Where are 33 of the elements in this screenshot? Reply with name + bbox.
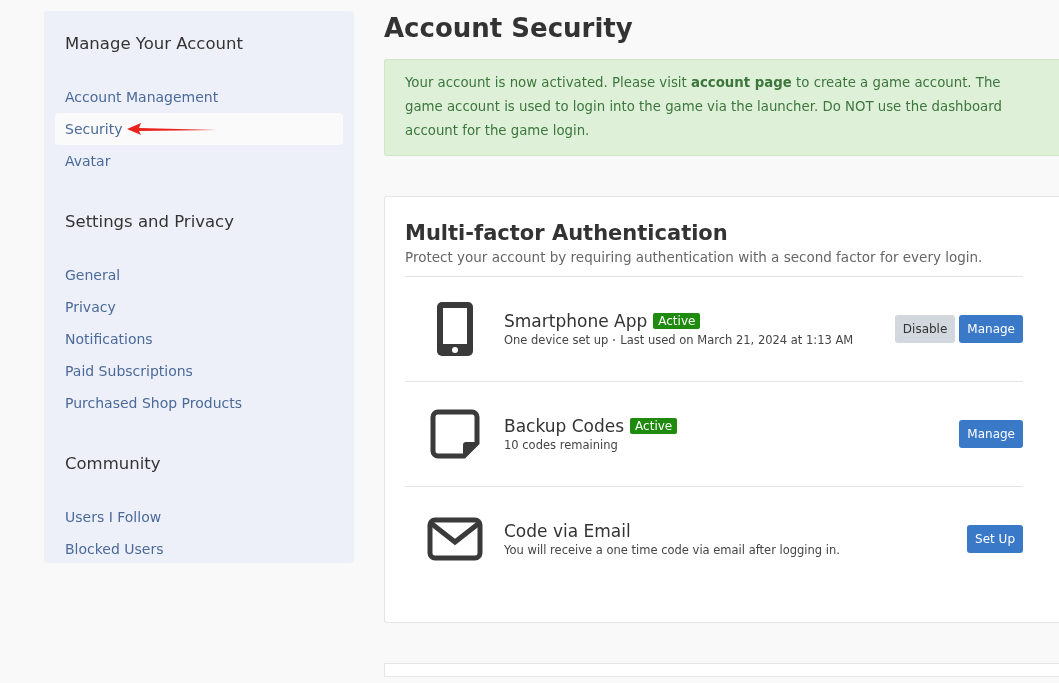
sidebar-item[interactable]: Purchased Shop Products xyxy=(55,387,343,419)
sidebar-item[interactable]: Avatar xyxy=(55,145,343,177)
sidebar-item[interactable]: Account Management xyxy=(55,81,343,113)
activation-alert: Your account is now activated. Please visit account page to create a game account. The game account is used to login into the game via the launcher. Do NOT use the dashboard account for the game login. xyxy=(384,59,1059,156)
page-title: Account Security xyxy=(384,12,634,45)
section-title: Multi-factor Authentication xyxy=(405,220,729,247)
method-name: Code via Email xyxy=(504,521,631,541)
method-detail: Last used on March 21, 2024 at 1:13 AM xyxy=(620,333,854,347)
sidebar-item[interactable]: Notifications xyxy=(55,323,343,355)
section-subtitle: Protect your account by requiring authentication with a second factor for every login. xyxy=(405,249,1023,277)
sidebar-item[interactable]: Paid Subscriptions xyxy=(55,355,343,387)
smartphone-icon xyxy=(434,300,475,358)
sidebar-item[interactable]: Users I Follow xyxy=(55,501,343,533)
sidebar-heading: Community xyxy=(65,453,162,475)
method-detail: 10 codes remaining xyxy=(504,438,618,452)
sidebar-heading: Manage Your Account xyxy=(65,33,244,55)
action-button[interactable]: Manage xyxy=(959,315,1023,343)
sidebar-item[interactable]: Privacy xyxy=(55,291,343,323)
envelope-icon xyxy=(426,517,483,561)
status-badge: Active xyxy=(630,418,678,434)
sidebar-heading: Settings and Privacy xyxy=(65,211,235,233)
method-name: Backup Codes xyxy=(504,416,625,436)
method-name: Smartphone App xyxy=(504,311,648,331)
action-button[interactable]: Manage xyxy=(959,420,1023,448)
sidebar-item[interactable]: General xyxy=(55,259,343,291)
status-badge: Active xyxy=(653,313,701,329)
sidebar-item[interactable]: Blocked Users xyxy=(55,533,343,565)
disable-button[interactable]: Disable xyxy=(894,315,956,343)
method-detail: One device set up xyxy=(504,333,609,347)
note-icon xyxy=(429,409,480,459)
action-button[interactable]: Set Up xyxy=(967,525,1023,553)
method-detail: You will receive a one time code via email after logging in. xyxy=(504,543,840,557)
sidebar-item[interactable]: Security xyxy=(55,113,343,145)
